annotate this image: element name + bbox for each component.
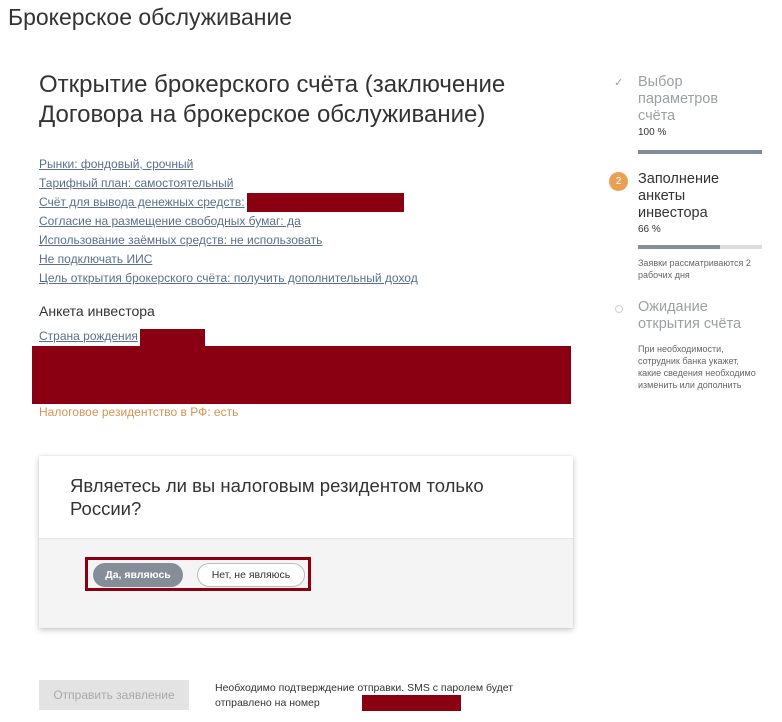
tax-residency-text: Налоговое резидентство в РФ: есть	[39, 405, 239, 419]
answer-options: Да, являюсь Нет, не являюсь	[85, 557, 311, 591]
param-iis-link[interactable]: Не подключать ИИС	[39, 250, 418, 269]
redacted-phone-number	[362, 695, 461, 711]
param-borrowed-funds-link[interactable]: Использование заёмных средств: не исполь…	[39, 231, 418, 250]
step-1-progress-bar	[638, 150, 762, 154]
birth-country-link[interactable]: Страна рождения	[39, 329, 138, 343]
step-2-progress-bar	[638, 245, 762, 249]
step-3-title: Ожидание открытия счёта	[638, 299, 742, 332]
answer-no-button[interactable]: Нет, не являюсь	[197, 563, 305, 587]
param-tariff-link[interactable]: Тарифный план: самостоятельный	[39, 174, 418, 193]
question-card-footer: Да, являюсь Нет, не являюсь	[39, 538, 573, 628]
redacted-investor-details	[32, 346, 571, 404]
redacted-account-number	[247, 193, 404, 212]
param-markets-link[interactable]: Рынки: фондовый, срочный	[39, 155, 418, 174]
page-header: Брокерское обслуживание	[8, 4, 293, 30]
step-1-progress-text: 100 %	[638, 127, 667, 138]
step-2-note: Заявки рассматриваются 2 рабочих дня	[638, 258, 751, 280]
question-card: Являетесь ли вы налоговым резидентом тол…	[39, 456, 573, 628]
step-completed-check-icon: ✓	[614, 77, 624, 89]
step-2-progress-text: 66 %	[638, 224, 661, 235]
question-text: Являетесь ли вы налоговым резидентом тол…	[70, 475, 484, 519]
answer-yes-button[interactable]: Да, являюсь	[93, 563, 183, 587]
submit-application-button[interactable]: Отправить заявление	[39, 680, 189, 710]
param-purpose-link[interactable]: Цель открытия брокерского счёта: получит…	[39, 269, 418, 288]
account-params-list: Рынки: фондовый, срочный Тарифный план: …	[39, 155, 418, 288]
step-3-pending-dot-icon	[615, 305, 623, 313]
step-2-progress-fill	[638, 245, 720, 249]
redacted-country	[140, 329, 205, 347]
page-title: Открытие брокерского счёта (заключение Д…	[39, 71, 506, 128]
step-2-number-badge: 2	[609, 172, 628, 191]
step-2-title: Заполнение анкеты инвестора	[638, 171, 720, 221]
step-3-note: При необходимости, сотрудник банка укаже…	[638, 344, 756, 390]
param-securities-consent-link[interactable]: Согласие на размещение свободных бумаг: …	[39, 212, 418, 231]
step-1-title: Выбор параметров счёта	[638, 74, 719, 124]
investor-section-title: Анкета инвестора	[39, 303, 155, 319]
